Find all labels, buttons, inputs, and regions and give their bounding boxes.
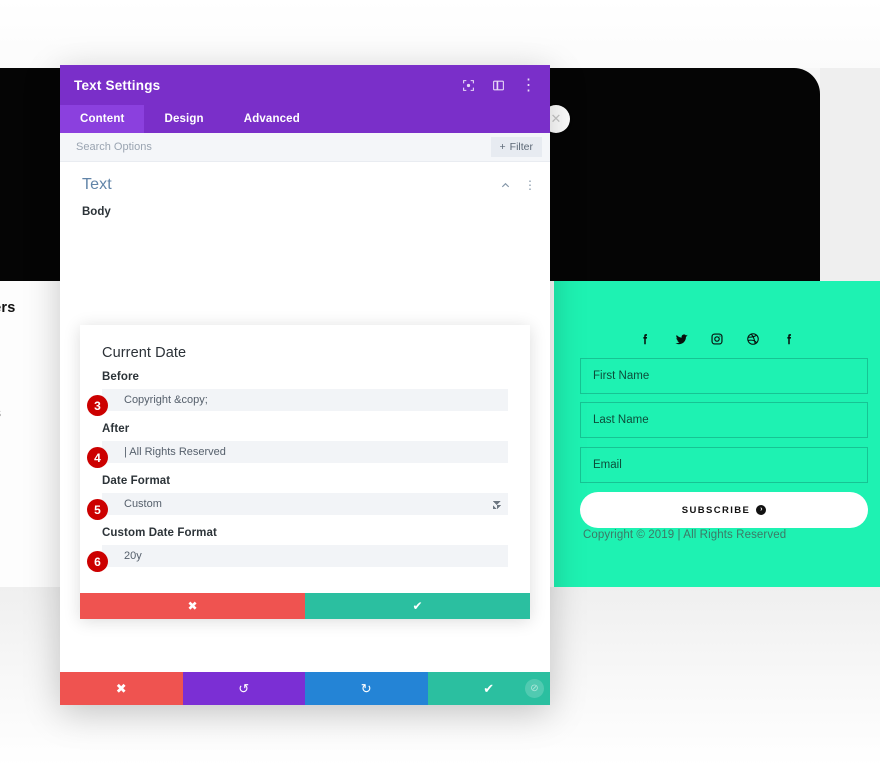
subscribe-button[interactable]: SUBSCRIBE › xyxy=(580,492,868,528)
footer-column-heading: Customers xyxy=(0,300,16,316)
save-button[interactable]: ✔ xyxy=(427,672,550,705)
instagram-icon[interactable] xyxy=(708,330,726,348)
modal-footer-bar: ✖ ↺ ↻ ✔ ⊘ xyxy=(60,672,550,705)
date-format-label: Date Format xyxy=(102,475,171,487)
step-badge-6: 6 xyxy=(87,551,108,572)
redo-button[interactable]: ↻ xyxy=(305,672,428,705)
before-input[interactable] xyxy=(102,389,508,411)
facebook-icon[interactable] xyxy=(636,330,654,348)
step-badge-5: 5 xyxy=(87,499,108,520)
search-input[interactable] xyxy=(74,140,491,154)
tab-design[interactable]: Design xyxy=(144,105,223,133)
step-badge-3: 3 xyxy=(87,395,108,416)
facebook-icon-2[interactable] xyxy=(780,330,798,348)
text-section-header: Text ⋮ xyxy=(60,162,550,194)
modal-tab-bar: Content Design Advanced xyxy=(60,105,550,133)
dynamic-panel-actions: ✖ ✔ xyxy=(80,593,530,619)
before-label: Before xyxy=(102,371,140,383)
plus-icon: + xyxy=(499,141,506,153)
tab-advanced[interactable]: Advanced xyxy=(224,105,320,133)
text-settings-modal: Text Settings ⋮ Content Design Advanced … xyxy=(60,65,550,705)
footer-link-contact-us[interactable]: Contact us xyxy=(0,400,66,425)
section-menu-icon[interactable]: ⋮ xyxy=(524,178,536,192)
first-name-input[interactable] xyxy=(580,358,868,394)
dynamic-cancel-button[interactable]: ✖ xyxy=(80,593,305,619)
dynamic-confirm-button[interactable]: ✔ xyxy=(305,593,530,619)
field-group-before: Before 3 xyxy=(87,371,508,416)
footer-link-column: Customers About us Careers Contact us Bl… xyxy=(0,300,66,450)
footer-link-careers[interactable]: Careers xyxy=(0,375,66,400)
step-badge-4: 4 xyxy=(87,447,108,468)
modal-header-icons: ⋮ xyxy=(461,77,537,94)
undo-button[interactable]: ↺ xyxy=(182,672,305,705)
section-title: Text xyxy=(82,176,112,193)
field-group-after: After 4 xyxy=(87,423,508,468)
close-button[interactable]: ✖ xyxy=(60,672,183,705)
modal-title: Text Settings xyxy=(74,77,161,93)
dynamic-content-panel: Current Date Before 3 After 4 Date Forma… xyxy=(80,325,530,619)
footer-link-list: About us Careers Contact us Blog xyxy=(0,350,66,450)
after-input[interactable] xyxy=(102,441,508,463)
modal-header: Text Settings ⋮ xyxy=(60,65,550,105)
twitter-icon[interactable] xyxy=(672,330,690,348)
dynamic-panel-inner: Current Date Before 3 After 4 Date Forma… xyxy=(80,325,530,593)
chevron-up-icon[interactable] xyxy=(500,180,511,191)
more-options-icon[interactable]: ⋮ xyxy=(521,77,537,94)
subscribe-label: SUBSCRIBE xyxy=(681,504,751,516)
arrow-right-icon: › xyxy=(756,505,767,515)
custom-date-format-input[interactable] xyxy=(102,545,508,567)
layout-panel-icon[interactable] xyxy=(491,78,506,93)
hero-right-gap xyxy=(820,68,880,281)
custom-date-format-label: Custom Date Format xyxy=(102,527,217,539)
last-name-input[interactable] xyxy=(580,402,868,438)
search-options-bar: + Filter xyxy=(60,133,550,162)
footer-copyright-text: Copyright © 2019 | All Rights Reserved xyxy=(583,529,787,541)
dynamic-panel-title: Current Date xyxy=(102,345,187,361)
field-group-date-format: Date Format 5 Custom xyxy=(87,475,508,520)
filter-button[interactable]: + Filter xyxy=(490,137,542,157)
modal-body: Text ⋮ Body Current Date Before 3 After … xyxy=(60,162,550,672)
footer-link-blog[interactable]: Blog xyxy=(0,425,66,450)
page-top-area xyxy=(0,0,880,68)
field-group-custom-date-format: Custom Date Format 6 xyxy=(87,527,508,572)
social-icon-row xyxy=(554,330,880,348)
dribbble-icon[interactable] xyxy=(744,330,762,348)
date-format-select[interactable]: Custom xyxy=(102,493,508,515)
email-input[interactable] xyxy=(580,447,868,483)
tab-content[interactable]: Content xyxy=(60,105,145,133)
filter-label: Filter xyxy=(509,141,533,153)
after-label: After xyxy=(102,423,130,435)
focus-icon[interactable] xyxy=(461,78,476,93)
body-field-label: Body xyxy=(82,206,111,218)
footer-link-about-us[interactable]: About us xyxy=(0,350,66,375)
